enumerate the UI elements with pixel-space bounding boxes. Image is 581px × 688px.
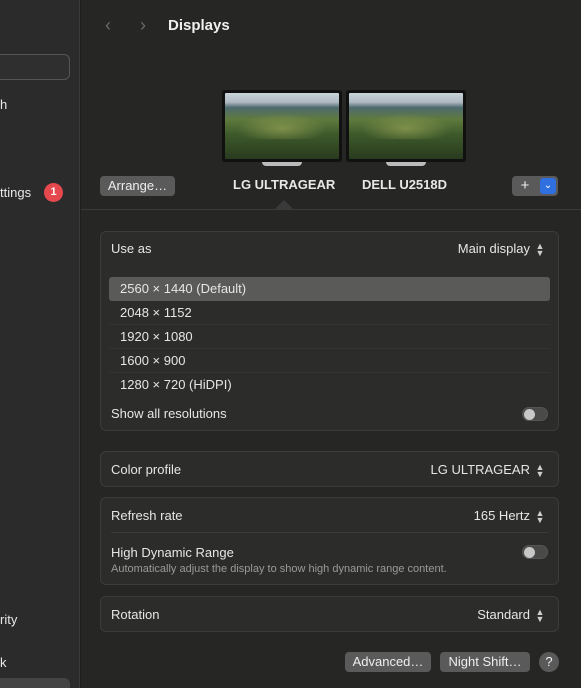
selection-caret — [275, 200, 293, 209]
monitor-label-lg[interactable]: LG ULTRAGEAR — [233, 177, 335, 192]
resolution-option[interactable]: 1600 × 900 — [109, 349, 550, 373]
rotation-label: Rotation — [111, 607, 160, 622]
sidebar-search-field[interactable] — [0, 54, 70, 80]
sidebar-item-4[interactable]: k — [0, 655, 7, 670]
sidebar: h ttings 1 rity k — [0, 0, 80, 688]
sidebar-item-2[interactable]: ttings — [0, 185, 31, 200]
toggle-knob — [524, 547, 535, 558]
hdr-toggle[interactable] — [522, 545, 548, 559]
sidebar-item-label: ttings — [0, 185, 32, 200]
refresh-rate-select[interactable]: 165 Hertz ▲ ▼ — [474, 508, 546, 524]
help-button[interactable]: ? — [539, 652, 559, 672]
sidebar-item-label: rity — [0, 612, 18, 627]
resolution-option[interactable]: 2560 × 1440 (Default) — [109, 277, 550, 301]
refresh-hdr-panel: Refresh rate 165 Hertz ▲ ▼ High Dynamic Ra… — [100, 497, 559, 585]
divider — [111, 532, 548, 533]
color-profile-panel: Color profile LG ULTRAGEAR ▲ ▼ — [100, 451, 559, 487]
chevron-left-icon[interactable]: ‹ — [97, 14, 119, 36]
monitor-label-dell[interactable]: DELL U2518D — [362, 177, 447, 192]
resolution-list: 2560 × 1440 (Default) 2048 × 1152 1920 ×… — [109, 277, 550, 397]
resolution-panel: Use as Main display ▲ ▼ 2560 × 1440 (Defau… — [100, 231, 559, 431]
monitor-frame — [222, 90, 342, 162]
sidebar-item-1[interactable]: h — [0, 97, 7, 112]
notification-badge: 1 — [44, 183, 63, 202]
use-as-select[interactable]: Main display ▲ ▼ — [458, 241, 546, 257]
monitor-stand — [386, 162, 426, 166]
updown-icon: ▲ ▼ — [535, 507, 545, 525]
page-title: Displays — [168, 17, 230, 34]
show-all-resolutions-toggle[interactable] — [522, 407, 548, 421]
sidebar-item-label: k — [0, 655, 7, 670]
toolbar: ‹ › Displays — [81, 0, 581, 52]
rotation-panel: Rotation Standard ▲ ▼ — [100, 596, 559, 632]
color-profile-label: Color profile — [111, 462, 182, 477]
updown-icon: ▲ ▼ — [535, 240, 545, 258]
color-profile-value: LG ULTRAGEAR — [430, 462, 530, 477]
rotation-select[interactable]: Standard ▲ ▼ — [477, 607, 546, 623]
chevron-right-icon[interactable]: › — [132, 14, 154, 36]
plus-icon[interactable]: + — [512, 176, 538, 196]
monitor-frame — [346, 90, 466, 162]
add-display-button[interactable]: + ⌄ — [512, 176, 558, 196]
use-as-value: Main display — [457, 241, 530, 256]
monitor-stand — [262, 162, 302, 166]
wallpaper-thumbnail — [225, 93, 339, 159]
use-as-label: Use as — [111, 241, 152, 256]
show-all-resolutions-label: Show all resolutions — [111, 406, 227, 421]
monitor-lg-ultragear[interactable] — [222, 90, 342, 166]
color-profile-select[interactable]: LG ULTRAGEAR ▲ ▼ — [431, 462, 546, 478]
resolution-option[interactable]: 1280 × 720 (HiDPI) — [109, 373, 550, 397]
sidebar-item-selected[interactable] — [0, 678, 70, 688]
wallpaper-thumbnail — [349, 93, 463, 159]
arrange-button[interactable]: Arrange… — [100, 176, 175, 196]
night-shift-button[interactable]: Night Shift… — [440, 652, 530, 672]
rotation-value: Standard — [477, 607, 530, 622]
updown-icon: ▲ ▼ — [535, 606, 545, 624]
chevron-down-icon[interactable]: ⌄ — [540, 178, 556, 194]
hdr-label: High Dynamic Range — [111, 545, 234, 560]
resolution-option[interactable]: 2048 × 1152 — [109, 301, 550, 325]
resolution-option[interactable]: 1920 × 1080 — [109, 325, 550, 349]
sidebar-item-label: h — [0, 97, 8, 112]
sidebar-item-3[interactable]: rity — [0, 612, 17, 627]
hdr-description: Automatically adjust the display to show… — [111, 563, 447, 575]
updown-icon: ▲ ▼ — [535, 461, 545, 479]
toggle-knob — [524, 409, 535, 420]
refresh-rate-value: 165 Hertz — [473, 508, 530, 523]
main-pane: ‹ › Displays LG ULTRAGEAR DELL U2518D Ar… — [81, 0, 581, 688]
monitor-dell-u2518d[interactable] — [346, 90, 466, 166]
refresh-rate-label: Refresh rate — [111, 508, 183, 523]
advanced-button[interactable]: Advanced… — [345, 652, 431, 672]
